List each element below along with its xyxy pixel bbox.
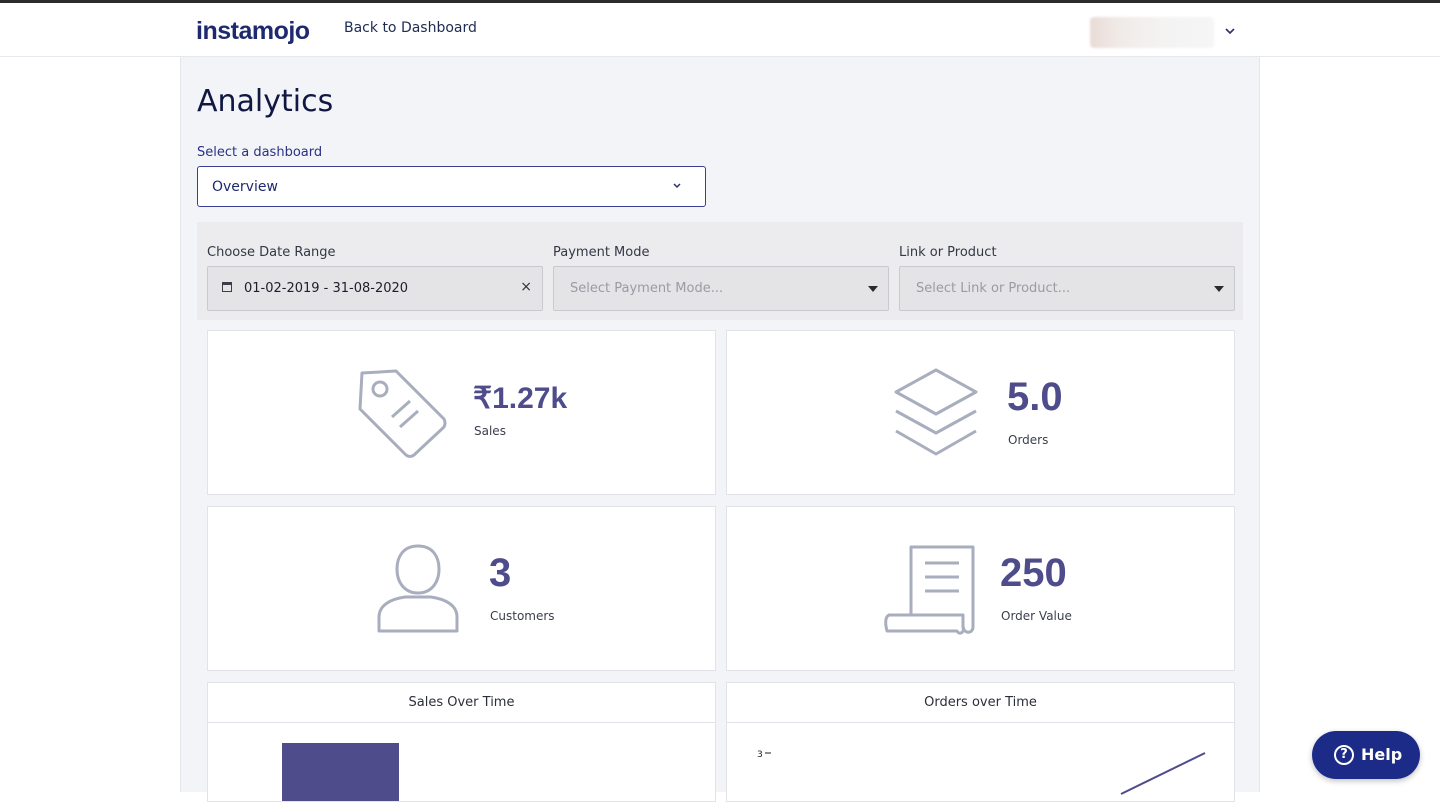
- link-product-label: Link or Product: [899, 245, 997, 260]
- question-icon: ?: [1334, 745, 1354, 765]
- customers-label: Customers: [490, 609, 555, 623]
- chevron-down-icon: [671, 178, 683, 197]
- top-bar: instamojo Back to Dashboard: [0, 0, 1440, 57]
- sales-card: ₹1.27k Sales: [207, 330, 716, 495]
- sales-bar: [282, 743, 399, 801]
- date-range-picker[interactable]: 01-02-2019 - 31-08-2020 ×: [207, 266, 543, 311]
- sales-chart-title: Sales Over Time: [208, 683, 715, 723]
- dashboard-select-value: Overview: [212, 179, 278, 195]
- help-label: Help: [1361, 745, 1403, 764]
- link-product-placeholder: Select Link or Product...: [916, 281, 1071, 296]
- orders-ytick-label: 3: [757, 750, 763, 760]
- caret-down-icon: [1214, 286, 1224, 292]
- price-tag-icon: [358, 369, 447, 458]
- page-title: Analytics: [197, 84, 334, 119]
- calendar-icon: [222, 282, 232, 292]
- main-content: Analytics Select a dashboard Overview Ch…: [180, 57, 1260, 802]
- logo-text: instamojo: [196, 16, 310, 45]
- user-account-menu[interactable]: [1090, 17, 1214, 48]
- back-to-dashboard-link[interactable]: Back to Dashboard: [344, 20, 477, 36]
- chevron-down-icon[interactable]: [1222, 21, 1238, 41]
- payment-mode-placeholder: Select Payment Mode...: [570, 281, 724, 296]
- sales-chart: [282, 743, 399, 801]
- customers-card: 3 Customers: [207, 506, 716, 671]
- dashboard-select-label: Select a dashboard: [197, 145, 323, 160]
- orders-chart: 3: [757, 750, 1206, 795]
- orders-value: 5.0: [1007, 375, 1063, 419]
- payment-mode-label: Payment Mode: [553, 245, 650, 260]
- payment-mode-select[interactable]: Select Payment Mode...: [553, 266, 889, 311]
- caret-down-icon: [868, 286, 878, 292]
- orders-label: Orders: [1008, 433, 1049, 447]
- filter-panel: Choose Date Range 01-02-2019 - 31-08-202…: [197, 222, 1243, 320]
- date-range-value: 01-02-2019 - 31-08-2020: [244, 281, 409, 296]
- help-button[interactable]: ? Help: [1312, 731, 1420, 779]
- link-product-select[interactable]: Select Link or Product...: [899, 266, 1235, 311]
- order-value-label: Order Value: [1001, 609, 1072, 623]
- sales-label: Sales: [474, 424, 506, 438]
- order-value-value: 250: [1000, 551, 1067, 595]
- dashboard-select[interactable]: Overview: [197, 166, 706, 207]
- clear-icon[interactable]: ×: [520, 279, 532, 295]
- layers-icon: [894, 368, 978, 456]
- orders-card: 5.0 Orders: [726, 330, 1235, 495]
- orders-over-time-card: Orders over Time 3: [726, 682, 1235, 802]
- sales-value: ₹1.27k: [473, 382, 568, 415]
- sales-over-time-card: Sales Over Time: [207, 682, 716, 802]
- customers-value: 3: [489, 551, 512, 595]
- receipt-icon: [884, 545, 975, 635]
- order-value-card: 250 Order Value: [726, 506, 1235, 671]
- instamojo-logo[interactable]: instamojo: [196, 13, 310, 49]
- date-range-label: Choose Date Range: [207, 245, 336, 260]
- user-icon: [377, 544, 459, 633]
- orders-chart-title: Orders over Time: [727, 683, 1234, 723]
- orders-line: [1120, 752, 1206, 795]
